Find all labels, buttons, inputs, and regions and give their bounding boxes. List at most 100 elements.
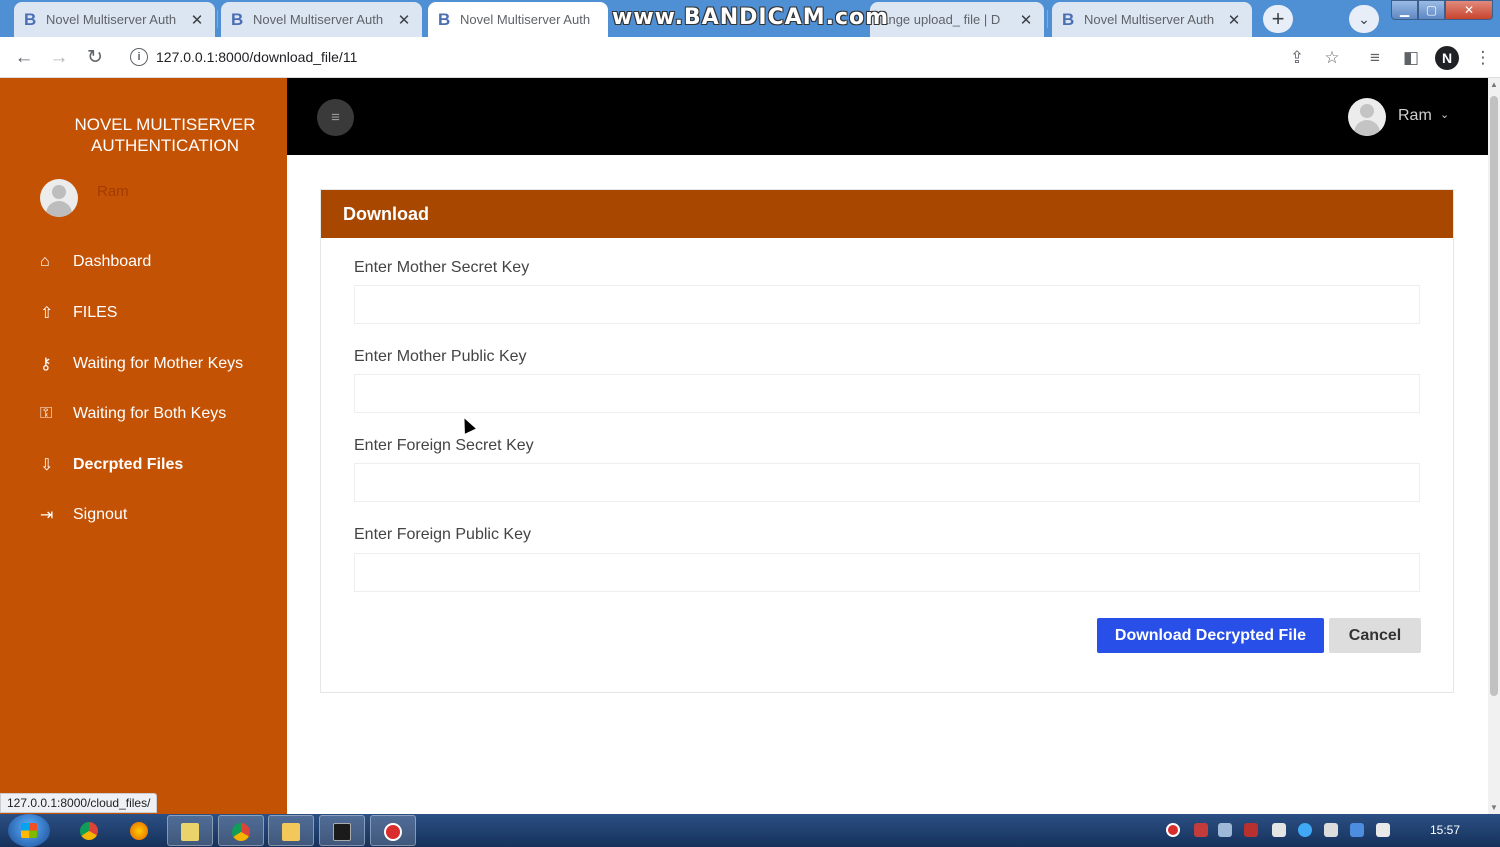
sidebar-item-label: Waiting for Mother Keys: [73, 355, 244, 372]
sidebar-item-dashboard[interactable]: ⌂ Dashboard: [40, 250, 151, 274]
action-center-flag-icon[interactable]: [1376, 823, 1390, 837]
foreign-secret-key-input[interactable]: [354, 463, 1420, 502]
tab-search-chevron-icon[interactable]: ⌄: [1349, 5, 1379, 33]
signal-icon[interactable]: [1324, 823, 1338, 837]
bootstrap-favicon-icon: B: [231, 9, 244, 29]
taskbar-firefox-app[interactable]: [117, 815, 163, 846]
sidebar-item-files[interactable]: ⇧ FILES: [40, 301, 117, 325]
record-tray-icon[interactable]: [1166, 823, 1180, 837]
browser-tab[interactable]: B Novel Multiserver Auth ✕: [221, 2, 422, 37]
tab-title: hange upload_ file | D: [874, 12, 1001, 27]
folder-icon: [282, 823, 300, 841]
user-menu-name[interactable]: Ram: [1398, 107, 1432, 125]
cancel-button[interactable]: Cancel: [1329, 618, 1421, 653]
taskbar-explorer-app[interactable]: [268, 815, 314, 846]
bookmark-star-icon[interactable]: ☆: [1319, 45, 1345, 71]
sidebar-item-waiting-both-keys[interactable]: ⚿ Waiting for Both Keys: [40, 402, 226, 426]
key-icon: ⚷: [40, 356, 52, 373]
browser-tab[interactable]: hange upload_ file | D ✕: [870, 2, 1044, 37]
windows-taskbar: 15:57: [0, 814, 1500, 847]
top-navbar: ≡ Ram ⌄: [287, 78, 1488, 155]
taskbar-chrome-app[interactable]: [67, 815, 113, 846]
sidebar-item-label: Waiting for Both Keys: [73, 405, 227, 422]
bluetooth-icon[interactable]: [1350, 823, 1364, 837]
browser-tab[interactable]: B Novel Multiserver Auth ✕: [14, 2, 215, 37]
brand-title: NOVEL MULTISERVER AUTHENTICATION: [74, 115, 256, 155]
window-maximize-button[interactable]: ▢: [1418, 0, 1445, 20]
mother-public-key-input[interactable]: [354, 374, 1420, 413]
download-decrypted-file-button[interactable]: Download Decrypted File: [1097, 618, 1324, 653]
address-bar[interactable]: i 127.0.0.1:8000/download_file/11: [120, 42, 1270, 73]
tab-close-icon[interactable]: ✕: [396, 11, 412, 29]
chrome-icon: [232, 823, 250, 841]
tab-close-icon[interactable]: ✕: [1226, 11, 1242, 29]
mother-secret-key-input[interactable]: [354, 285, 1420, 324]
scrollbar-thumb[interactable]: [1490, 96, 1498, 696]
page-scrollbar[interactable]: ▲ ▼: [1488, 78, 1500, 814]
back-arrow-icon[interactable]: ←: [11, 45, 37, 71]
foreign-public-key-input[interactable]: [354, 553, 1420, 592]
avatar: [40, 179, 78, 217]
share-icon[interactable]: ⇪: [1284, 45, 1310, 71]
taskbar-chrome-window[interactable]: [218, 815, 264, 846]
foreign-public-key-label: Enter Foreign Public Key: [354, 526, 531, 543]
window-close-button[interactable]: ✕: [1445, 0, 1493, 20]
home-icon: ⌂: [40, 253, 50, 270]
browser-menu-icon[interactable]: ⋮: [1470, 45, 1496, 71]
foreign-secret-key-label: Enter Foreign Secret Key: [354, 437, 534, 454]
volume-muted-icon[interactable]: [1272, 823, 1286, 837]
firefox-icon: [130, 822, 148, 840]
chevron-down-icon[interactable]: ⌄: [1440, 108, 1449, 121]
tab-separator: [1047, 10, 1048, 28]
new-tab-button[interactable]: +: [1263, 5, 1293, 33]
taskbar-bandicam-app[interactable]: [370, 815, 416, 846]
forward-arrow-icon[interactable]: →: [46, 45, 72, 71]
sidebar-item-signout[interactable]: ⇥ Signout: [40, 503, 127, 527]
sidebar-item-decrypted-files[interactable]: ⇩ Decrpted Files: [40, 453, 183, 477]
link-status-bar: 127.0.0.1:8000/cloud_files/: [0, 793, 158, 813]
record-icon: [384, 823, 402, 841]
browser-tab-active[interactable]: B Novel Multiserver Auth: [428, 2, 608, 37]
security-icon[interactable]: [1244, 823, 1258, 837]
browser-profile-icon[interactable]: N: [1435, 46, 1459, 70]
tab-separator: [217, 10, 218, 28]
avatar[interactable]: [1348, 98, 1386, 136]
sidebar: NOVEL MULTISERVER AUTHENTICATION Ram ⌂ D…: [0, 78, 287, 814]
signout-icon: ⇥: [40, 507, 54, 524]
tab-title: Novel Multiserver Auth: [1084, 12, 1215, 27]
network-monitor-icon[interactable]: [1218, 823, 1232, 837]
menu-toggle-icon[interactable]: ≡: [317, 99, 354, 136]
sidebar-item-label: Dashboard: [73, 253, 152, 270]
download-icon: ⇩: [40, 457, 54, 474]
windows-logo-icon: [21, 823, 37, 838]
taskbar-cmd-app[interactable]: [319, 815, 365, 846]
site-info-icon[interactable]: i: [130, 48, 148, 66]
sidebar-username: Ram: [97, 183, 129, 200]
sidebar-item-waiting-mother-keys[interactable]: ⚷ Waiting for Mother Keys: [40, 352, 243, 376]
address-url[interactable]: 127.0.0.1:8000/download_file/11: [156, 49, 357, 65]
start-button[interactable]: [8, 814, 50, 847]
browser-tab[interactable]: B Novel Multiserver Auth ✕: [1052, 2, 1252, 37]
taskbar-clock[interactable]: 15:57: [1430, 823, 1460, 837]
reload-icon[interactable]: ↻: [82, 45, 108, 71]
download-card: Download Enter Mother Secret Key Enter M…: [320, 189, 1454, 693]
window-minimize-button[interactable]: ▁: [1391, 0, 1418, 20]
taskbar-notes-app[interactable]: [167, 815, 213, 846]
sidebar-item-label: Signout: [73, 506, 128, 523]
sidebar-item-label: Decrpted Files: [73, 456, 184, 473]
browser-toolbar: ← → ↻ i 127.0.0.1:8000/download_file/11 …: [0, 37, 1500, 78]
tab-close-icon[interactable]: ✕: [189, 11, 205, 29]
bootstrap-favicon-icon: B: [24, 9, 37, 29]
scroll-down-arrow-icon[interactable]: ▼: [1488, 803, 1500, 812]
bootstrap-favicon-icon: B: [1062, 9, 1075, 29]
web-page: NOVEL MULTISERVER AUTHENTICATION Ram ⌂ D…: [0, 78, 1488, 814]
sidebar-item-label: FILES: [73, 304, 118, 321]
tab-title: Novel Multiserver Auth: [460, 12, 591, 27]
scroll-up-arrow-icon[interactable]: ▲: [1488, 80, 1500, 89]
reading-list-icon[interactable]: ≡: [1362, 45, 1388, 71]
tray-app-icon[interactable]: [1194, 823, 1208, 837]
tab-close-icon[interactable]: ✕: [1018, 11, 1034, 29]
side-panel-icon[interactable]: ◧: [1398, 45, 1424, 71]
mother-secret-key-label: Enter Mother Secret Key: [354, 259, 530, 276]
tray-search-icon[interactable]: [1298, 823, 1312, 837]
